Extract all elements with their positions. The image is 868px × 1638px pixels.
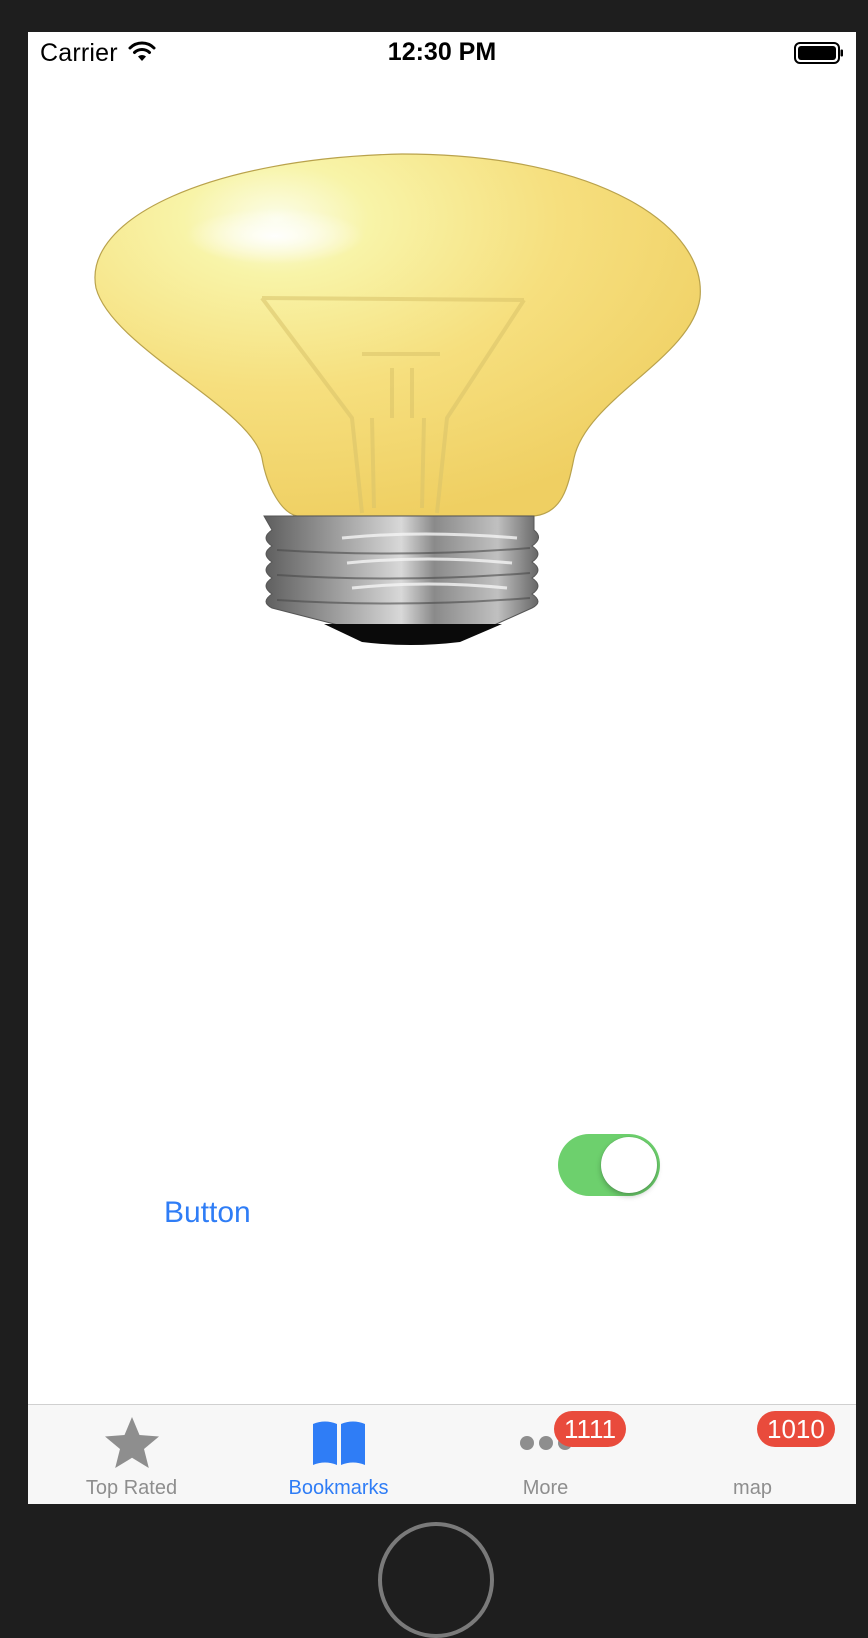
tab-label: Bookmarks	[288, 1477, 389, 1499]
tab-bookmarks[interactable]: Bookmarks	[235, 1405, 442, 1504]
star-icon	[28, 1413, 235, 1473]
status-time: 12:30 PM	[387, 38, 497, 66]
light-bulb-image	[94, 153, 701, 645]
tab-bar: Top Rated Bookmarks More 1111 map 1010	[28, 1404, 856, 1504]
tab-label: More	[522, 1477, 569, 1499]
battery-full-icon	[794, 42, 843, 64]
tab-more[interactable]: More 1111	[442, 1405, 649, 1504]
tab-map[interactable]: map 1010	[649, 1405, 856, 1504]
home-button[interactable]	[378, 1522, 494, 1638]
toggle-switch[interactable]	[558, 1134, 660, 1196]
tab-label: Top Rated	[85, 1477, 178, 1499]
toggle-knob[interactable]	[601, 1137, 657, 1193]
notification-badge: 1010	[757, 1411, 835, 1447]
notification-badge: 1111	[554, 1411, 627, 1447]
button[interactable]: Button	[164, 1196, 251, 1230]
tab-top-rated[interactable]: Top Rated	[28, 1405, 235, 1504]
status-bar: Carrier 12:30 PM	[28, 32, 856, 74]
tab-label: map	[733, 1477, 772, 1499]
book-open-icon	[235, 1413, 442, 1473]
app-screen: Carrier 12:30 PM Button Top Rated Bookma…	[28, 32, 856, 1504]
